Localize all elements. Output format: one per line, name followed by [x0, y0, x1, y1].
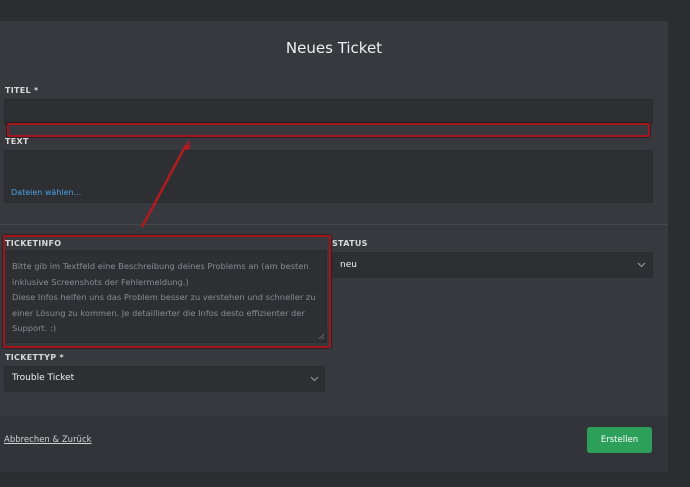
annotation-arrow	[140, 139, 190, 228]
